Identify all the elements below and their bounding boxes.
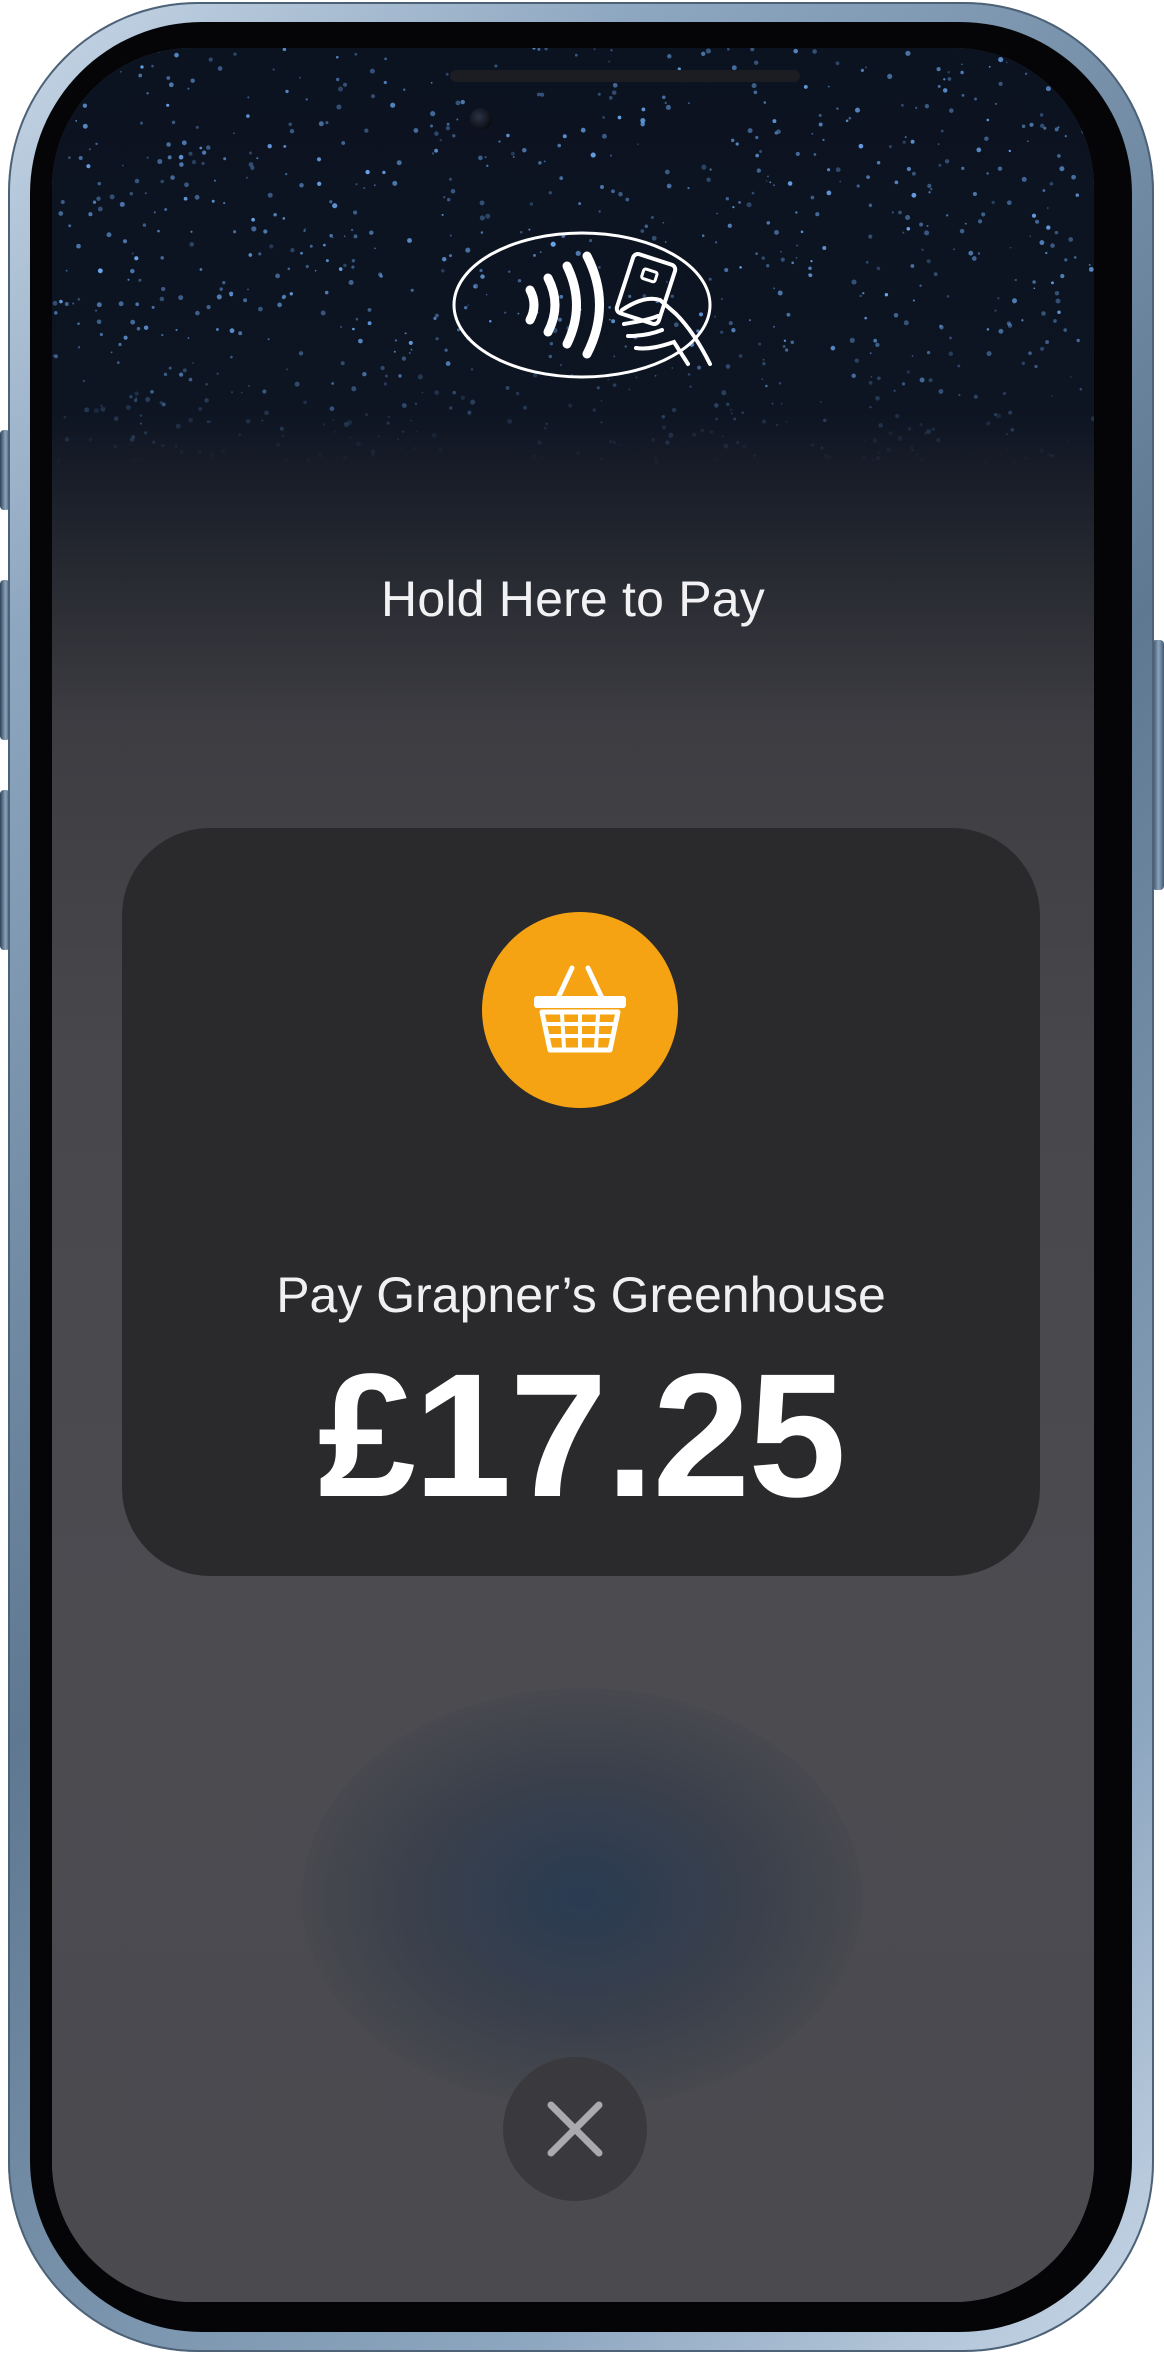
- contactless-card-tap-icon: [452, 231, 712, 379]
- merchant-icon: [482, 912, 678, 1108]
- close-icon: [547, 2101, 603, 2157]
- page: Hold Here to Pay Pay Grapner’s Greenhous…: [0, 0, 1164, 2357]
- bottom-glow: [302, 1688, 862, 2108]
- front-camera: [470, 108, 492, 130]
- hold-to-pay-instruction: Hold Here to Pay: [381, 571, 765, 627]
- cancel-button[interactable]: [503, 2057, 647, 2201]
- speaker-grille: [450, 70, 800, 82]
- payment-amount: £17.25: [317, 1338, 846, 1534]
- shopping-basket-icon: [534, 965, 626, 1053]
- merchant-label: Pay Grapner’s Greenhouse: [276, 1267, 886, 1323]
- phone-screen: Hold Here to Pay Pay Grapner’s Greenhous…: [52, 48, 1094, 2302]
- payment-card: Pay Grapner’s Greenhouse £17.25: [122, 828, 1040, 1576]
